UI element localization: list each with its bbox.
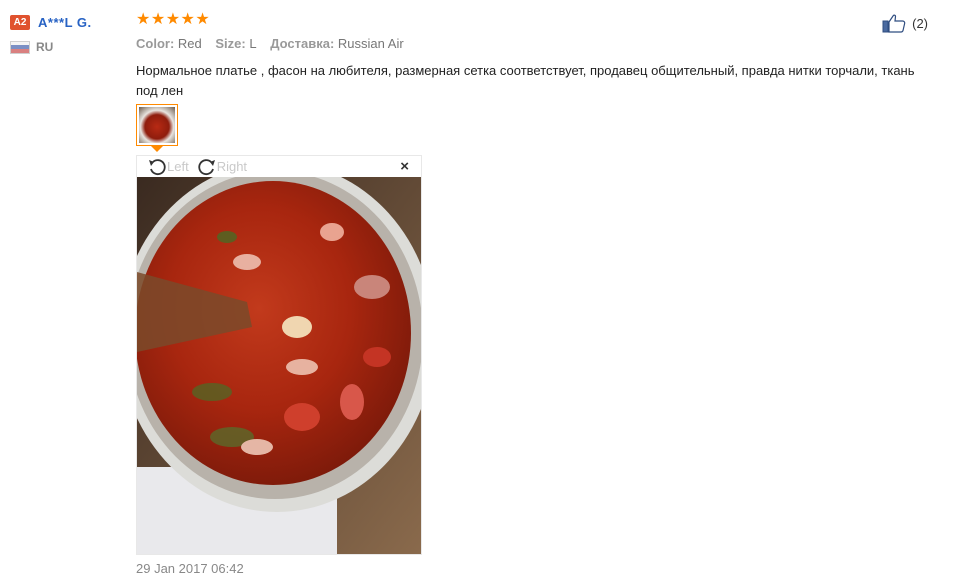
review-text: Нормальное платье , фасон на любителя, р…: [136, 63, 915, 98]
photo-viewer: Left Right ×: [136, 155, 422, 555]
rotate-right-button[interactable]: Right: [197, 157, 247, 177]
review-date: 29 Jan 2017 06:42: [136, 561, 244, 576]
size-label: Size:: [215, 36, 246, 51]
helpful-button[interactable]: (2): [882, 13, 928, 33]
review-photo: [137, 177, 421, 554]
viewer-toolbar: Left Right ×: [137, 156, 421, 177]
size-value: L: [249, 36, 257, 51]
rotate-left-button[interactable]: Left: [147, 157, 189, 177]
delivery-label: Доставка:: [270, 36, 335, 51]
reviewer-name: A***L G.: [38, 14, 92, 30]
close-viewer-button[interactable]: ×: [400, 158, 409, 175]
helpful-count: (2): [912, 15, 928, 31]
star-rating: ★ ★ ★ ★ ★: [136, 10, 936, 30]
review-content: ★ ★ ★ ★ ★ Color: Red Size: L Доставка: R…: [136, 10, 936, 101]
thumbnail-pointer-icon: [151, 146, 163, 152]
star-icon: ★: [195, 11, 210, 28]
rotate-left-icon[interactable]: [147, 157, 167, 177]
delivery-value: Russian Air: [337, 36, 404, 51]
russia-flag-icon: [10, 40, 30, 54]
reviewer-row: A2 A***L G.: [10, 12, 130, 32]
order-attributes: Color: Red Size: L Доставка: Russian Air: [136, 36, 936, 52]
review-photo-thumbnail[interactable]: [136, 104, 178, 146]
reviewer-country: RU: [10, 40, 130, 54]
color-value: Red: [177, 36, 202, 51]
color-label: Color:: [136, 36, 175, 51]
thumbs-up-icon[interactable]: [882, 13, 906, 33]
star-icon: ★: [180, 11, 195, 28]
rotate-right-label[interactable]: Right: [217, 159, 247, 174]
thumbnail-image[interactable]: [139, 107, 175, 143]
reviewer-info: A2 A***L G. RU: [10, 12, 130, 54]
star-icon: ★: [136, 11, 151, 28]
rotate-left-label[interactable]: Left: [167, 159, 189, 174]
star-icon: ★: [165, 11, 181, 28]
rotate-right-icon[interactable]: [197, 157, 217, 177]
star-icon: ★: [150, 11, 166, 28]
country-code: RU: [36, 40, 54, 54]
buyer-level-badge: A2: [10, 14, 30, 30]
